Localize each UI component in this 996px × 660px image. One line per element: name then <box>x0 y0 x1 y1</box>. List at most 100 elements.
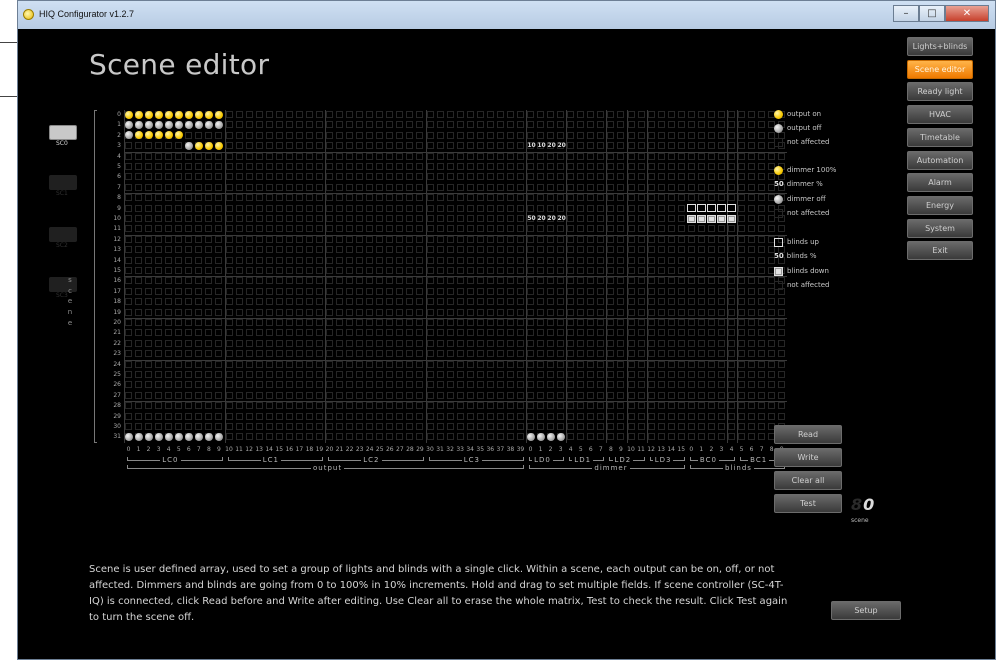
matrix-cell[interactable] <box>516 381 524 389</box>
matrix-cell[interactable] <box>466 163 474 170</box>
matrix-cell[interactable] <box>617 111 625 118</box>
matrix-cell[interactable] <box>466 329 474 337</box>
matrix-cell[interactable] <box>416 360 424 368</box>
matrix-cell[interactable] <box>406 298 414 306</box>
matrix-cell[interactable] <box>476 339 484 347</box>
matrix-cell[interactable] <box>466 308 474 316</box>
matrix-cell[interactable] <box>406 235 414 243</box>
matrix-cell[interactable] <box>305 256 313 264</box>
matrix-cell[interactable] <box>617 402 625 410</box>
matrix-cell[interactable] <box>376 287 384 295</box>
matrix-cell[interactable] <box>195 308 203 316</box>
matrix-cell[interactable] <box>195 339 203 347</box>
matrix-cell[interactable] <box>326 381 333 389</box>
matrix-cell[interactable] <box>366 412 374 420</box>
matrix-cell[interactable] <box>637 267 645 274</box>
matrix-cell[interactable] <box>416 225 424 233</box>
matrix-cell[interactable] <box>315 350 323 358</box>
matrix-cell[interactable] <box>537 402 545 410</box>
matrix-cell[interactable] <box>446 256 454 264</box>
matrix-cell[interactable] <box>185 391 193 399</box>
matrix-cell[interactable] <box>265 339 273 347</box>
matrix-cell[interactable] <box>245 360 253 368</box>
matrix-cell[interactable] <box>185 298 193 306</box>
matrix-cell[interactable] <box>486 371 494 378</box>
matrix-cell[interactable] <box>155 360 163 368</box>
matrix-cell[interactable] <box>728 256 735 264</box>
matrix-cell[interactable] <box>537 121 545 129</box>
matrix-cell[interactable] <box>265 225 273 233</box>
matrix-cell[interactable] <box>577 163 585 170</box>
matrix-cell[interactable] <box>205 329 213 337</box>
matrix-cell[interactable] <box>305 246 313 254</box>
matrix-cell[interactable] <box>627 381 635 389</box>
matrix-cell[interactable] <box>607 225 615 233</box>
matrix-cell[interactable] <box>446 152 454 160</box>
matrix-cell[interactable] <box>125 391 132 399</box>
matrix-cell[interactable] <box>667 381 675 389</box>
matrix-cell[interactable] <box>456 381 464 389</box>
matrix-cell[interactable] <box>667 298 675 306</box>
matrix-cell[interactable] <box>315 423 323 430</box>
matrix-cell[interactable] <box>305 298 313 306</box>
matrix-cell[interactable] <box>155 215 163 222</box>
matrix-cell[interactable] <box>436 277 444 285</box>
matrix-cell[interactable] <box>506 360 514 368</box>
matrix-cell[interactable] <box>617 121 625 129</box>
output-on-dot[interactable] <box>204 141 213 150</box>
matrix-cell[interactable] <box>205 215 213 222</box>
matrix-cell[interactable] <box>265 329 273 337</box>
matrix-cell[interactable] <box>326 391 333 399</box>
matrix-cell[interactable] <box>627 194 635 202</box>
matrix-cell[interactable] <box>396 173 404 181</box>
matrix-cell[interactable] <box>155 142 163 150</box>
matrix-cell[interactable] <box>245 235 253 243</box>
matrix-cell[interactable] <box>346 371 354 378</box>
matrix-cell[interactable] <box>647 163 655 170</box>
matrix-cell[interactable] <box>315 402 323 410</box>
matrix-cell[interactable] <box>506 402 514 410</box>
matrix-cell[interactable] <box>728 298 735 306</box>
matrix-cell[interactable] <box>235 204 243 212</box>
matrix-cell[interactable] <box>245 339 253 347</box>
matrix-cell[interactable] <box>567 173 575 181</box>
matrix-cell[interactable] <box>225 121 233 129</box>
matrix-cell[interactable] <box>537 235 545 243</box>
matrix-cell[interactable] <box>326 173 333 181</box>
matrix-cell[interactable] <box>326 277 333 285</box>
matrix-cell[interactable] <box>145 339 153 347</box>
matrix-cell[interactable] <box>506 433 514 441</box>
matrix-cell[interactable] <box>285 277 293 285</box>
matrix-cell[interactable] <box>315 360 323 368</box>
matrix-cell[interactable] <box>416 183 424 191</box>
matrix-cell[interactable] <box>446 194 454 202</box>
matrix-cell[interactable] <box>516 267 524 274</box>
matrix-cell[interactable] <box>537 371 545 378</box>
matrix-cell[interactable] <box>537 131 545 139</box>
matrix-cell[interactable] <box>426 194 434 202</box>
matrix-cell[interactable] <box>547 360 555 368</box>
matrix-cell[interactable] <box>245 402 253 410</box>
matrix-cell[interactable] <box>175 142 183 150</box>
matrix-cell[interactable] <box>697 163 705 170</box>
matrix-cell[interactable] <box>265 152 273 160</box>
matrix-cell[interactable] <box>225 225 233 233</box>
matrix-cell[interactable] <box>486 256 494 264</box>
matrix-cell[interactable] <box>607 131 615 139</box>
matrix-cell[interactable] <box>667 277 675 285</box>
matrix-cell[interactable] <box>717 256 725 264</box>
matrix-cell[interactable] <box>336 183 344 191</box>
matrix-cell[interactable] <box>446 225 454 233</box>
matrix-cell[interactable] <box>768 152 776 160</box>
matrix-cell[interactable] <box>245 412 253 420</box>
matrix-cell[interactable] <box>516 173 524 181</box>
matrix-cell[interactable] <box>607 194 615 202</box>
matrix-cell[interactable] <box>758 256 766 264</box>
output-off-dot[interactable] <box>124 432 133 441</box>
matrix-cell[interactable] <box>627 391 635 399</box>
matrix-cell[interactable] <box>687 350 695 358</box>
matrix-cell[interactable] <box>305 215 313 222</box>
matrix-cell[interactable] <box>597 121 605 129</box>
matrix-cell[interactable] <box>396 131 404 139</box>
matrix-cell[interactable] <box>527 235 534 243</box>
